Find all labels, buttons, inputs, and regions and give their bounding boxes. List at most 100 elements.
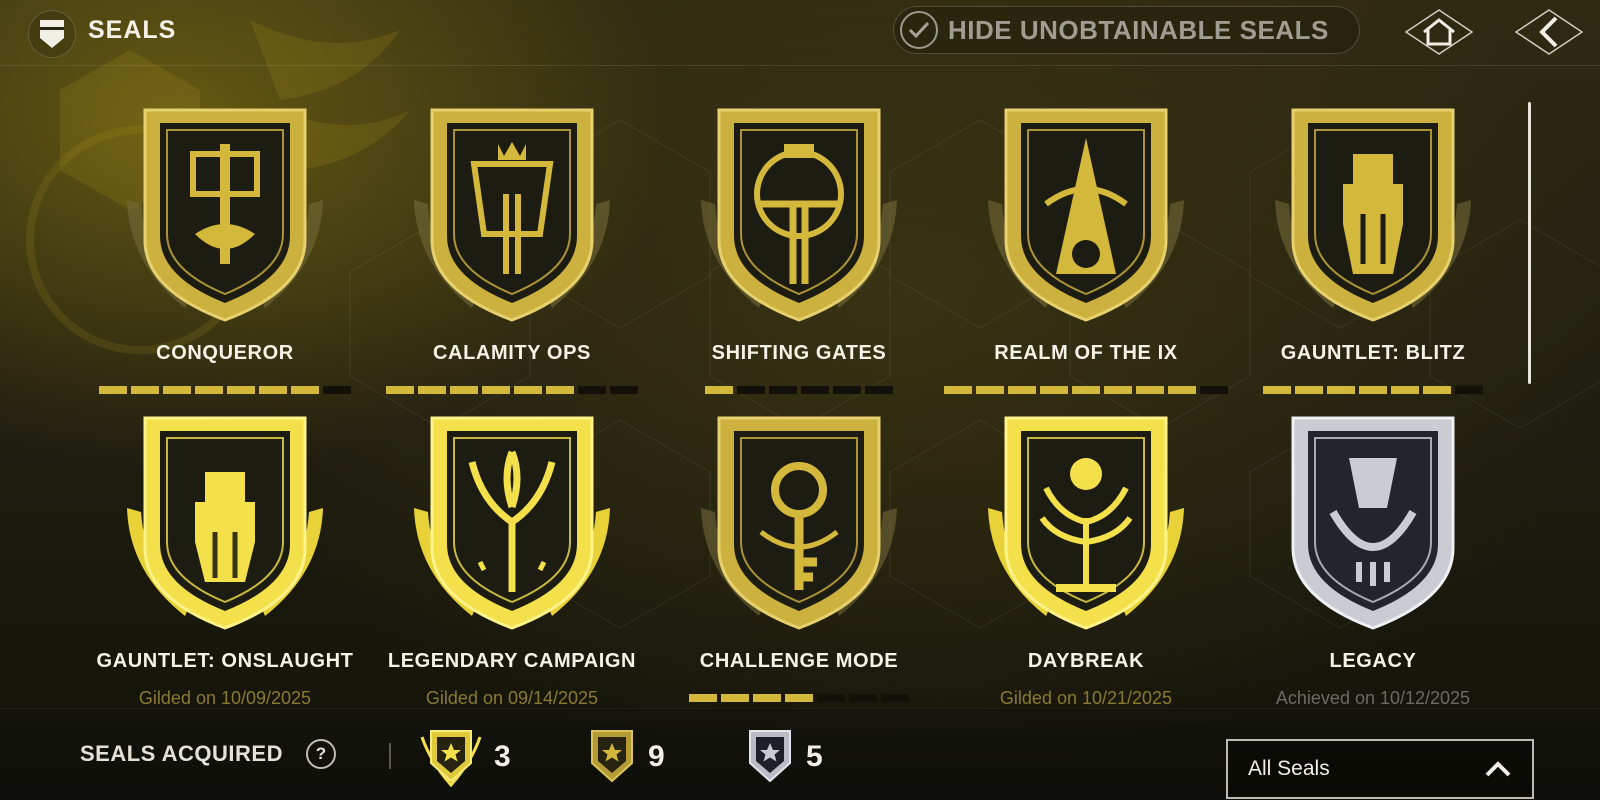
progress-segment [323, 386, 351, 394]
scrollbar[interactable] [1528, 102, 1531, 384]
progress-segment [514, 386, 542, 394]
seal-name: CHALLENGE MODE [699, 650, 899, 672]
seal-name: SHIFTING GATES [711, 342, 887, 364]
seal-badge [976, 104, 1196, 326]
progress-segment [721, 694, 749, 702]
header-bar: SEALS HIDE UNOBTAINABLE SEALS [0, 0, 1600, 66]
home-button[interactable] [1402, 8, 1476, 56]
seal-badge-icon [701, 416, 897, 630]
progress-segment [610, 386, 638, 394]
progress-segment [1200, 386, 1228, 394]
seal-name: CONQUEROR [156, 342, 294, 364]
back-button[interactable] [1512, 8, 1586, 56]
footer-bar: SEALS ACQUIRED ? 3 9 5 All Seals [0, 708, 1600, 800]
seal-badge-icon [127, 108, 323, 322]
progress-segment [737, 386, 765, 394]
progress-segment [769, 386, 797, 394]
progress-segment [1263, 386, 1291, 394]
progress-segment [944, 386, 972, 394]
seal-progress-bar [386, 386, 638, 394]
seal-filter-dropdown[interactable]: All Seals [1226, 739, 1534, 799]
seal-progress-bar [944, 386, 1228, 394]
seal-badge-icon [414, 416, 610, 630]
seal-card[interactable]: CALAMITY OPS [367, 104, 657, 404]
seal-name: LEGACY [1329, 650, 1417, 672]
seal-progress-bar [1263, 386, 1483, 394]
progress-segment [386, 386, 414, 394]
seal-badge [115, 104, 335, 326]
seal-badge [689, 104, 909, 326]
seal-card[interactable]: CHALLENGE MODE [654, 412, 944, 712]
seal-name: DAYBREAK [1027, 650, 1145, 672]
progress-segment [1327, 386, 1355, 394]
seal-progress-bar [689, 694, 909, 702]
progress-segment [1072, 386, 1100, 394]
progress-segment [801, 386, 829, 394]
hide-unobtainable-toggle[interactable]: HIDE UNOBTAINABLE SEALS [893, 6, 1360, 54]
progress-segment [227, 386, 255, 394]
progress-segment [753, 694, 781, 702]
seal-badge-icon [1291, 416, 1455, 630]
seal-badge-icon [414, 108, 610, 322]
gold-count-value: 9 [648, 740, 665, 773]
progress-segment [785, 694, 813, 702]
hide-unobtainable-label: HIDE UNOBTAINABLE SEALS [948, 14, 1329, 45]
seal-grid: CONQUEROR CALAMITY OPS SHIFTING GATES RE… [80, 100, 1520, 708]
chevron-left-icon [1514, 9, 1584, 55]
seal-achieved-date: Gilded on 09/14/2025 [425, 688, 599, 708]
progress-segment [1136, 386, 1164, 394]
seal-name: REALM OF THE IX [994, 342, 1178, 364]
seal-card[interactable]: REALM OF THE IX [941, 104, 1231, 404]
seal-name: GAUNTLET: ONSLAUGHT [96, 650, 354, 672]
progress-segment [1391, 386, 1419, 394]
seal-badge [1263, 412, 1483, 634]
seal-name: GAUNTLET: BLITZ [1280, 342, 1466, 364]
seal-card[interactable]: GAUNTLET: ONSLAUGHT Gilded on 10/09/2025 [80, 412, 370, 712]
progress-segment [131, 386, 159, 394]
page-title: SEALS [88, 16, 177, 44]
progress-segment [1455, 386, 1483, 394]
home-icon [1404, 9, 1474, 55]
silver-count: 5 [746, 727, 823, 787]
progress-segment [1423, 386, 1451, 394]
seal-card[interactable]: GAUNTLET: BLITZ [1228, 104, 1518, 404]
gilded-count-value: 3 [494, 740, 511, 773]
progress-segment [976, 386, 1004, 394]
seal-card[interactable]: DAYBREAK Gilded on 10/21/2025 [941, 412, 1231, 712]
help-icon[interactable]: ? [306, 739, 336, 769]
progress-segment [482, 386, 510, 394]
progress-segment [865, 386, 893, 394]
progress-segment [195, 386, 223, 394]
progress-segment [291, 386, 319, 394]
gilded-count: 3 [420, 727, 511, 787]
progress-segment [163, 386, 191, 394]
seal-achieved-date: Gilded on 10/21/2025 [999, 688, 1173, 708]
seal-badge [402, 104, 622, 326]
divider [389, 743, 391, 769]
progress-segment [1104, 386, 1132, 394]
seal-badge-icon [701, 108, 897, 322]
filter-selected-value: All Seals [1248, 757, 1330, 780]
gold-seal-icon [591, 730, 633, 783]
progress-segment [450, 386, 478, 394]
seal-badge-icon [988, 416, 1184, 630]
seal-badge [976, 412, 1196, 634]
seal-badge [402, 412, 622, 634]
gilded-seal-icon [420, 730, 482, 787]
seal-card[interactable]: CONQUEROR [80, 104, 370, 404]
silver-seal-icon [749, 730, 791, 783]
seal-name: CALAMITY OPS [433, 342, 591, 364]
silver-count-value: 5 [806, 740, 823, 773]
progress-segment [99, 386, 127, 394]
seal-card[interactable]: SHIFTING GATES [654, 104, 944, 404]
seal-progress-bar [705, 386, 893, 394]
progress-segment [546, 386, 574, 394]
seal-card[interactable]: LEGACY Achieved on 10/12/2025 [1228, 412, 1518, 712]
seals-icon [28, 10, 76, 58]
gold-count: 9 [588, 727, 665, 787]
seal-badge [115, 412, 335, 634]
progress-segment [881, 694, 909, 702]
seal-card[interactable]: LEGENDARY CAMPAIGN Gilded on 09/14/2025 [367, 412, 657, 712]
progress-segment [689, 694, 717, 702]
seals-acquired-label: SEALS ACQUIRED [80, 741, 283, 766]
